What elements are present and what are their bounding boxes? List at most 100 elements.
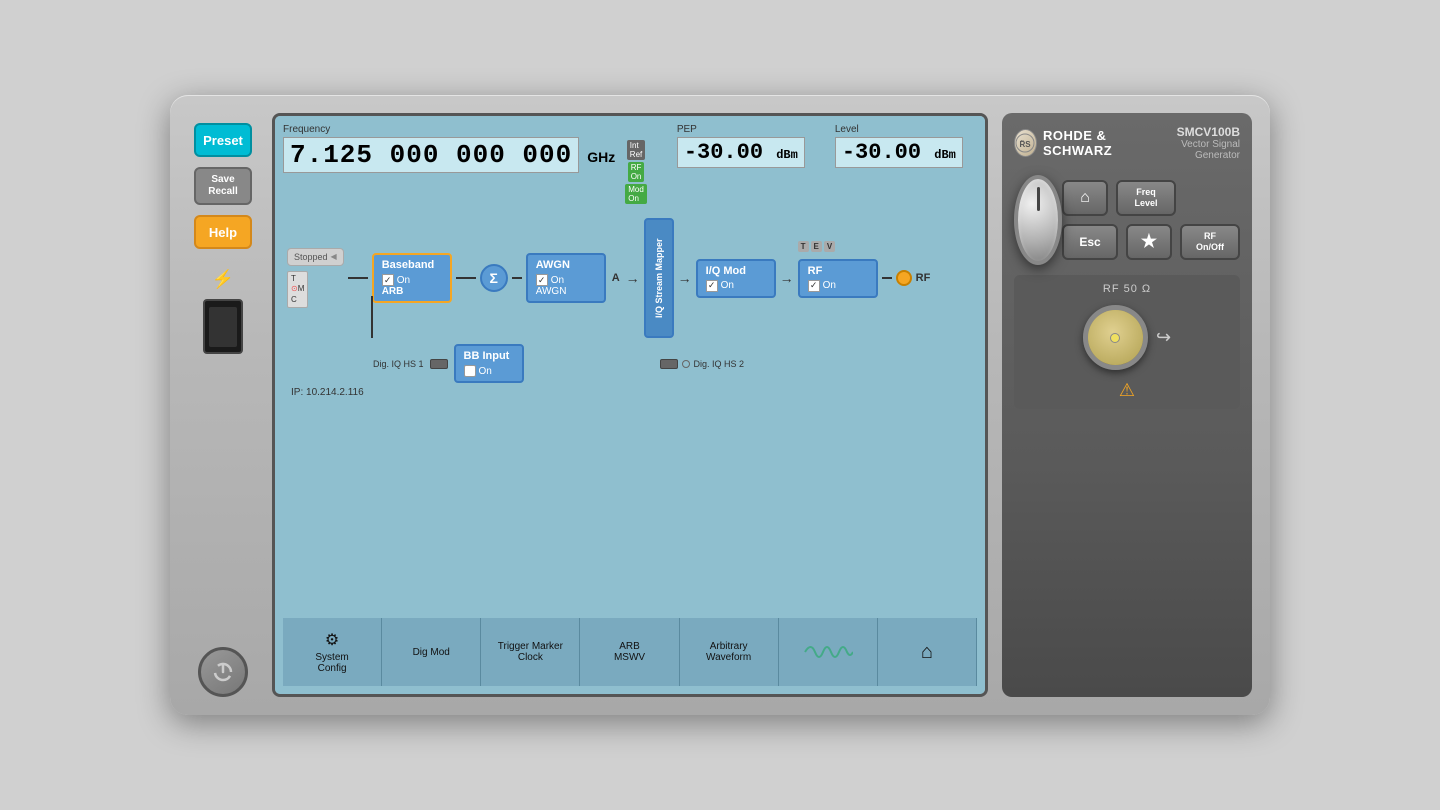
awgn-title: AWGN [536, 259, 570, 271]
connector-line-1 [348, 277, 368, 279]
iq-mod-block[interactable]: I/Q Mod ✓ On [696, 259, 776, 298]
bb-input-checkbox [464, 365, 476, 377]
arrow-3: → [780, 270, 794, 286]
awgn-check: ✓ On [536, 274, 564, 286]
iq-mod-check: ✓ On [706, 280, 734, 292]
power-icon [212, 661, 234, 683]
rf-text-label: RF [916, 272, 931, 284]
left-panel: Preset SaveRecall Help ⚡ [188, 113, 258, 697]
right-panel: R̈S ROHDE & SCHWARZ SMCV100B Vector Sign… [1002, 113, 1252, 697]
freq-level-button[interactable]: FreqLevel [1116, 180, 1176, 216]
int-ref-badge: IntRef [627, 140, 645, 160]
bb-input-block[interactable]: BB Input On [454, 344, 524, 383]
dig-iq-connector-1 [430, 359, 448, 369]
usb-port [203, 299, 243, 354]
dig-iq-connector-2 [660, 359, 678, 369]
rf-check: ✓ On [808, 280, 836, 292]
tev-badges: T E V [798, 241, 836, 252]
row-buttons-bottom: Esc ★ RFOn/Off [1062, 224, 1240, 260]
svg-text:R̈S: R̈S [1020, 140, 1032, 149]
product-name: Vector Signal Generator [1153, 139, 1240, 161]
mod-on-badge: ModOn [625, 184, 647, 204]
vertical-line-1 [371, 296, 373, 338]
rf-connector-label: RF 50 Ω [1022, 283, 1232, 295]
rf-block[interactable]: RF ✓ On [798, 259, 878, 298]
rf-pin [1110, 333, 1120, 343]
rf-on-badge: RFOn [628, 162, 645, 182]
warning-icon: ⚠ [1119, 380, 1135, 400]
toolbar-home[interactable]: ⌂ [878, 618, 977, 686]
right-buttons-col: ⌂ FreqLevel Esc ★ RFOn/Off [1062, 180, 1240, 260]
pep-section: PEP -30.00 dBm [677, 124, 805, 168]
stopped-badge: Stopped ◀ [287, 248, 344, 266]
usb-icon: ⚡ [209, 269, 237, 289]
ref-block: IntRef RFOn ModOn [625, 140, 647, 204]
row-buttons-top: ⌂ FreqLevel [1062, 180, 1240, 216]
awgn-block[interactable]: AWGN ✓ On AWGN [526, 253, 606, 303]
signal-flow-bottom: Dig. IQ HS 1 BB Input On Di [283, 338, 977, 383]
rf-connector-inner [1088, 310, 1143, 365]
toolbar-trigger-marker-clock[interactable]: Trigger MarkerClock [481, 618, 580, 686]
dig-iq-hs1-label: Dig. IQ HS 1 [373, 359, 424, 369]
stream-mapper[interactable]: I/Q Stream Mapper [644, 218, 674, 338]
status-block: Stopped ◀ T⊙MC [287, 248, 344, 308]
main-knob[interactable] [1014, 175, 1062, 265]
baseband-block[interactable]: Baseband ✓ On ARB [372, 253, 452, 303]
toolbar-dig-mod[interactable]: Dig Mod [382, 618, 481, 686]
knob-indicator [1037, 187, 1040, 211]
preset-button[interactable]: Preset [194, 123, 252, 157]
model-block: SMCV100B Vector Signal Generator [1153, 125, 1240, 161]
bottom-toolbar: ⚙ SystemConfig Dig Mod Trigger MarkerClo… [283, 618, 977, 686]
model-name: SMCV100B [1177, 125, 1240, 139]
rf-title: RF [808, 265, 823, 277]
rf-connector-area: ↪ [1022, 295, 1232, 380]
level-label: Level [835, 124, 963, 135]
arrow-2: → [678, 270, 692, 286]
connector-line-4 [882, 277, 892, 279]
rf-dot [896, 270, 912, 286]
connector-arrow-icon: ↪ [1156, 327, 1171, 348]
toolbar-waveform-icon[interactable] [779, 618, 878, 686]
status-bar: Frequency 7.125 000 000 000 GHz IntRef R… [283, 124, 977, 204]
pep-label: PEP [677, 124, 805, 135]
rf-connector[interactable] [1083, 305, 1148, 370]
iq-mod-title: I/Q Mod [706, 265, 746, 277]
bb-input-check: On [464, 365, 492, 377]
screen: Frequency 7.125 000 000 000 GHz IntRef R… [275, 116, 985, 694]
a-label: A [612, 272, 620, 284]
toolbar-arbitrary-waveform[interactable]: ArbitraryWaveform [680, 618, 779, 686]
rs-logo: R̈S [1014, 129, 1037, 157]
dig-iq-circle [682, 360, 690, 368]
power-button[interactable] [198, 647, 248, 697]
level-value: -30.00 dBm [835, 137, 963, 168]
brand-name: ROHDE & SCHWARZ [1043, 128, 1153, 158]
usb-port-inner [209, 307, 237, 347]
help-button[interactable]: Help [194, 215, 252, 249]
awgn-sub: AWGN [536, 286, 567, 297]
save-recall-button[interactable]: SaveRecall [194, 167, 252, 205]
warning-area: ⚠ [1022, 380, 1232, 401]
rf-onoff-button[interactable]: RFOn/Off [1180, 224, 1240, 260]
esc-button[interactable]: Esc [1062, 224, 1118, 260]
toolbar-system-config[interactable]: ⚙ SystemConfig [283, 618, 382, 686]
baseband-title: Baseband [382, 259, 435, 271]
toolbar-arb-mswv[interactable]: ARBMSWV [580, 618, 679, 686]
favorite-button[interactable]: ★ [1126, 224, 1172, 260]
pep-value: -30.00 dBm [677, 137, 805, 168]
frequency-section: Frequency 7.125 000 000 000 GHz [283, 124, 615, 173]
sigma-block: Σ [480, 264, 508, 292]
level-section: Level -30.00 dBm [835, 124, 963, 168]
home-button[interactable]: ⌂ [1062, 180, 1108, 216]
connector-line-3 [512, 277, 522, 279]
bb-input-title: BB Input [464, 350, 510, 362]
instrument-body: Preset SaveRecall Help ⚡ Frequency 7.125… [170, 95, 1270, 715]
signal-flow-top: Stopped ◀ T⊙MC Baseband ✓ On [283, 210, 977, 338]
arrow-1: → [626, 270, 640, 286]
signal-flow-area: Stopped ◀ T⊙MC Baseband ✓ On [283, 210, 977, 618]
screen-container: Frequency 7.125 000 000 000 GHz IntRef R… [272, 113, 988, 697]
brand-logo: R̈S ROHDE & SCHWARZ [1014, 128, 1153, 158]
baseband-sub: ARB [382, 286, 404, 297]
knob-row: ⌂ FreqLevel Esc ★ RFOn/Off [1014, 175, 1240, 265]
rf-block-wrapper: T E V RF ✓ On [798, 259, 878, 298]
tmc-block: T⊙MC [287, 271, 308, 308]
